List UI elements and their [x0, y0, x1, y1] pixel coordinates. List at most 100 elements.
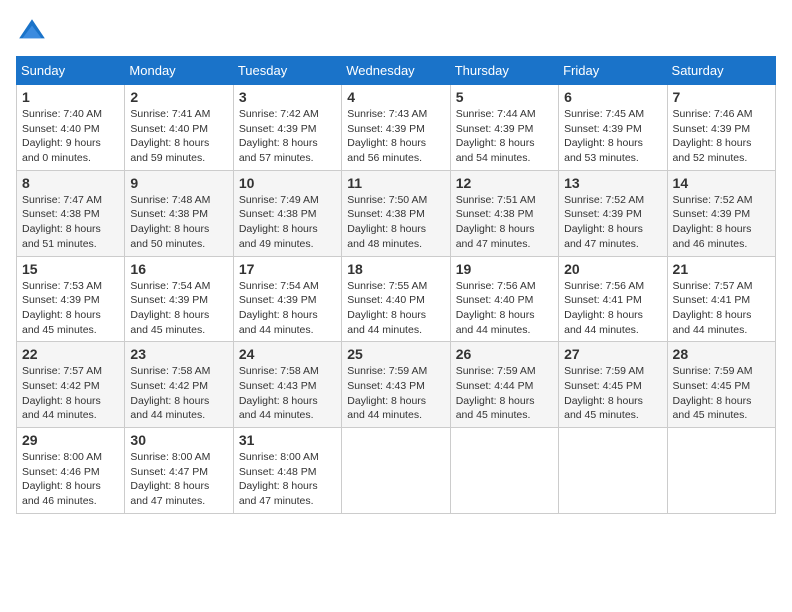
day-info: Sunrise: 7:58 AM Sunset: 4:43 PM Dayligh… [239, 364, 336, 423]
day-header-wednesday: Wednesday [342, 57, 450, 85]
day-number: 15 [22, 261, 119, 277]
day-info: Sunrise: 7:59 AM Sunset: 4:43 PM Dayligh… [347, 364, 444, 423]
calendar-cell: 29 Sunrise: 8:00 AM Sunset: 4:46 PM Dayl… [17, 428, 125, 514]
calendar-cell: 26 Sunrise: 7:59 AM Sunset: 4:44 PM Dayl… [450, 342, 558, 428]
day-info: Sunrise: 7:56 AM Sunset: 4:40 PM Dayligh… [456, 279, 553, 338]
day-number: 1 [22, 89, 119, 105]
day-info: Sunrise: 7:48 AM Sunset: 4:38 PM Dayligh… [130, 193, 227, 252]
calendar-table: SundayMondayTuesdayWednesdayThursdayFrid… [16, 56, 776, 514]
calendar-cell [559, 428, 667, 514]
calendar-cell: 22 Sunrise: 7:57 AM Sunset: 4:42 PM Dayl… [17, 342, 125, 428]
day-info: Sunrise: 7:52 AM Sunset: 4:39 PM Dayligh… [564, 193, 661, 252]
calendar-cell: 9 Sunrise: 7:48 AM Sunset: 4:38 PM Dayli… [125, 170, 233, 256]
calendar-cell: 27 Sunrise: 7:59 AM Sunset: 4:45 PM Dayl… [559, 342, 667, 428]
calendar-cell: 20 Sunrise: 7:56 AM Sunset: 4:41 PM Dayl… [559, 256, 667, 342]
day-info: Sunrise: 7:52 AM Sunset: 4:39 PM Dayligh… [673, 193, 770, 252]
day-number: 9 [130, 175, 227, 191]
day-number: 24 [239, 346, 336, 362]
day-number: 14 [673, 175, 770, 191]
day-info: Sunrise: 7:59 AM Sunset: 4:45 PM Dayligh… [564, 364, 661, 423]
day-header-thursday: Thursday [450, 57, 558, 85]
day-header-sunday: Sunday [17, 57, 125, 85]
day-info: Sunrise: 7:41 AM Sunset: 4:40 PM Dayligh… [130, 107, 227, 166]
calendar-cell: 16 Sunrise: 7:54 AM Sunset: 4:39 PM Dayl… [125, 256, 233, 342]
calendar-cell [667, 428, 775, 514]
calendar-cell: 13 Sunrise: 7:52 AM Sunset: 4:39 PM Dayl… [559, 170, 667, 256]
day-number: 7 [673, 89, 770, 105]
day-header-monday: Monday [125, 57, 233, 85]
day-number: 25 [347, 346, 444, 362]
calendar-cell: 21 Sunrise: 7:57 AM Sunset: 4:41 PM Dayl… [667, 256, 775, 342]
page-header [16, 16, 776, 48]
calendar-cell: 14 Sunrise: 7:52 AM Sunset: 4:39 PM Dayl… [667, 170, 775, 256]
calendar-cell: 4 Sunrise: 7:43 AM Sunset: 4:39 PM Dayli… [342, 85, 450, 171]
day-info: Sunrise: 7:43 AM Sunset: 4:39 PM Dayligh… [347, 107, 444, 166]
day-number: 2 [130, 89, 227, 105]
day-info: Sunrise: 7:44 AM Sunset: 4:39 PM Dayligh… [456, 107, 553, 166]
day-number: 13 [564, 175, 661, 191]
day-info: Sunrise: 7:59 AM Sunset: 4:44 PM Dayligh… [456, 364, 553, 423]
day-info: Sunrise: 7:55 AM Sunset: 4:40 PM Dayligh… [347, 279, 444, 338]
day-number: 8 [22, 175, 119, 191]
day-number: 27 [564, 346, 661, 362]
calendar-cell: 24 Sunrise: 7:58 AM Sunset: 4:43 PM Dayl… [233, 342, 341, 428]
calendar-cell: 18 Sunrise: 7:55 AM Sunset: 4:40 PM Dayl… [342, 256, 450, 342]
calendar-cell: 5 Sunrise: 7:44 AM Sunset: 4:39 PM Dayli… [450, 85, 558, 171]
day-info: Sunrise: 7:54 AM Sunset: 4:39 PM Dayligh… [239, 279, 336, 338]
day-number: 30 [130, 432, 227, 448]
day-info: Sunrise: 7:42 AM Sunset: 4:39 PM Dayligh… [239, 107, 336, 166]
calendar-cell: 11 Sunrise: 7:50 AM Sunset: 4:38 PM Dayl… [342, 170, 450, 256]
calendar-week-1: 1 Sunrise: 7:40 AM Sunset: 4:40 PM Dayli… [17, 85, 776, 171]
day-number: 28 [673, 346, 770, 362]
day-number: 5 [456, 89, 553, 105]
logo-icon [16, 16, 48, 48]
day-info: Sunrise: 7:50 AM Sunset: 4:38 PM Dayligh… [347, 193, 444, 252]
calendar-cell: 30 Sunrise: 8:00 AM Sunset: 4:47 PM Dayl… [125, 428, 233, 514]
day-number: 4 [347, 89, 444, 105]
calendar-cell: 28 Sunrise: 7:59 AM Sunset: 4:45 PM Dayl… [667, 342, 775, 428]
day-info: Sunrise: 7:46 AM Sunset: 4:39 PM Dayligh… [673, 107, 770, 166]
calendar-cell: 19 Sunrise: 7:56 AM Sunset: 4:40 PM Dayl… [450, 256, 558, 342]
day-header-friday: Friday [559, 57, 667, 85]
calendar-week-2: 8 Sunrise: 7:47 AM Sunset: 4:38 PM Dayli… [17, 170, 776, 256]
day-info: Sunrise: 7:51 AM Sunset: 4:38 PM Dayligh… [456, 193, 553, 252]
calendar-cell: 15 Sunrise: 7:53 AM Sunset: 4:39 PM Dayl… [17, 256, 125, 342]
day-number: 22 [22, 346, 119, 362]
day-info: Sunrise: 7:59 AM Sunset: 4:45 PM Dayligh… [673, 364, 770, 423]
day-number: 3 [239, 89, 336, 105]
day-info: Sunrise: 7:56 AM Sunset: 4:41 PM Dayligh… [564, 279, 661, 338]
calendar-week-3: 15 Sunrise: 7:53 AM Sunset: 4:39 PM Dayl… [17, 256, 776, 342]
calendar-cell [342, 428, 450, 514]
day-number: 19 [456, 261, 553, 277]
day-info: Sunrise: 7:40 AM Sunset: 4:40 PM Dayligh… [22, 107, 119, 166]
day-number: 12 [456, 175, 553, 191]
day-info: Sunrise: 7:53 AM Sunset: 4:39 PM Dayligh… [22, 279, 119, 338]
day-header-tuesday: Tuesday [233, 57, 341, 85]
calendar-cell: 10 Sunrise: 7:49 AM Sunset: 4:38 PM Dayl… [233, 170, 341, 256]
day-number: 18 [347, 261, 444, 277]
calendar-cell: 6 Sunrise: 7:45 AM Sunset: 4:39 PM Dayli… [559, 85, 667, 171]
day-info: Sunrise: 7:58 AM Sunset: 4:42 PM Dayligh… [130, 364, 227, 423]
logo [16, 16, 52, 48]
day-info: Sunrise: 7:57 AM Sunset: 4:42 PM Dayligh… [22, 364, 119, 423]
calendar-week-5: 29 Sunrise: 8:00 AM Sunset: 4:46 PM Dayl… [17, 428, 776, 514]
calendar-cell [450, 428, 558, 514]
day-number: 23 [130, 346, 227, 362]
day-info: Sunrise: 8:00 AM Sunset: 4:47 PM Dayligh… [130, 450, 227, 509]
calendar-cell: 2 Sunrise: 7:41 AM Sunset: 4:40 PM Dayli… [125, 85, 233, 171]
day-info: Sunrise: 7:57 AM Sunset: 4:41 PM Dayligh… [673, 279, 770, 338]
day-info: Sunrise: 8:00 AM Sunset: 4:48 PM Dayligh… [239, 450, 336, 509]
day-number: 16 [130, 261, 227, 277]
calendar-cell: 17 Sunrise: 7:54 AM Sunset: 4:39 PM Dayl… [233, 256, 341, 342]
calendar-cell: 25 Sunrise: 7:59 AM Sunset: 4:43 PM Dayl… [342, 342, 450, 428]
day-info: Sunrise: 7:54 AM Sunset: 4:39 PM Dayligh… [130, 279, 227, 338]
calendar-cell: 31 Sunrise: 8:00 AM Sunset: 4:48 PM Dayl… [233, 428, 341, 514]
day-number: 20 [564, 261, 661, 277]
calendar-cell: 7 Sunrise: 7:46 AM Sunset: 4:39 PM Dayli… [667, 85, 775, 171]
day-number: 10 [239, 175, 336, 191]
day-number: 31 [239, 432, 336, 448]
day-info: Sunrise: 7:47 AM Sunset: 4:38 PM Dayligh… [22, 193, 119, 252]
calendar-header-row: SundayMondayTuesdayWednesdayThursdayFrid… [17, 57, 776, 85]
calendar-cell: 1 Sunrise: 7:40 AM Sunset: 4:40 PM Dayli… [17, 85, 125, 171]
day-number: 21 [673, 261, 770, 277]
